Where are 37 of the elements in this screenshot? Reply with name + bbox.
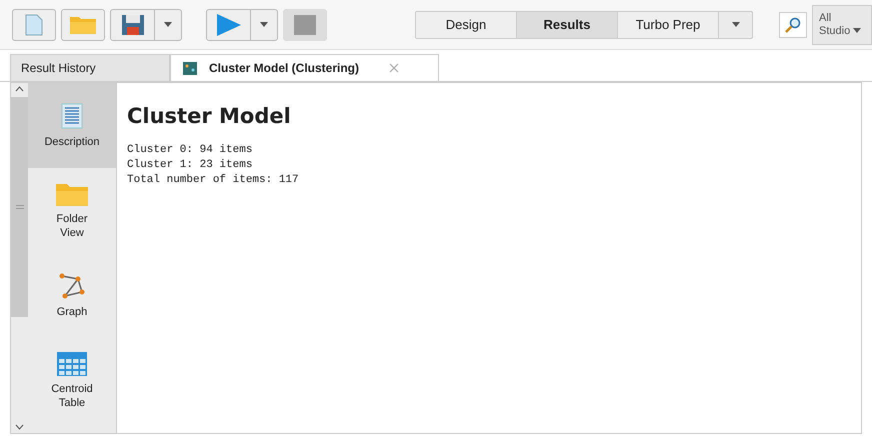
graph-icon bbox=[59, 272, 85, 298]
folder-icon bbox=[70, 16, 96, 34]
scroll-down-icon[interactable] bbox=[15, 424, 24, 430]
table-icon bbox=[57, 352, 87, 376]
scope-dropdown[interactable]: All Studio bbox=[812, 4, 872, 44]
view-item[interactable]: Description bbox=[28, 83, 116, 168]
content-line: Cluster 1: 23 items bbox=[127, 158, 254, 172]
perspective-tab[interactable]: Design bbox=[416, 12, 517, 38]
content-title: Cluster Model bbox=[127, 103, 292, 130]
document-icon bbox=[25, 14, 43, 36]
tab-label: Cluster Model (Clustering) bbox=[209, 60, 360, 77]
view-item[interactable]: Folder View bbox=[28, 168, 116, 253]
folder-icon bbox=[56, 182, 88, 206]
tab[interactable]: Cluster Model (Clustering) bbox=[170, 54, 439, 81]
play-icon bbox=[216, 14, 240, 36]
scroll-up-icon[interactable] bbox=[15, 86, 24, 92]
content-line: Cluster 0: 94 items bbox=[127, 142, 254, 158]
perspective-tab[interactable]: Results bbox=[517, 12, 618, 38]
view-label: Graph bbox=[56, 304, 88, 318]
scrollbar-thumb[interactable] bbox=[11, 97, 28, 317]
caret-icon bbox=[853, 28, 862, 33]
search-icon bbox=[785, 16, 801, 32]
tab[interactable]: Result History bbox=[10, 54, 170, 81]
document-icon bbox=[61, 102, 83, 128]
view-item[interactable]: Centroid Table bbox=[28, 338, 116, 423]
stop-icon bbox=[294, 14, 316, 34]
view-label: Folder View bbox=[56, 212, 88, 240]
caret-icon bbox=[732, 22, 740, 27]
tab-label: Result History bbox=[21, 60, 96, 77]
caret-icon bbox=[260, 22, 268, 27]
cluster-icon bbox=[183, 62, 197, 74]
search-button[interactable] bbox=[779, 12, 807, 38]
content-line: Total number of items: 117 bbox=[127, 172, 300, 188]
view-label: Description bbox=[44, 134, 100, 148]
caret-icon bbox=[164, 22, 172, 27]
view-label: Centroid Table bbox=[51, 382, 93, 410]
view-item[interactable]: Graph bbox=[28, 253, 116, 338]
